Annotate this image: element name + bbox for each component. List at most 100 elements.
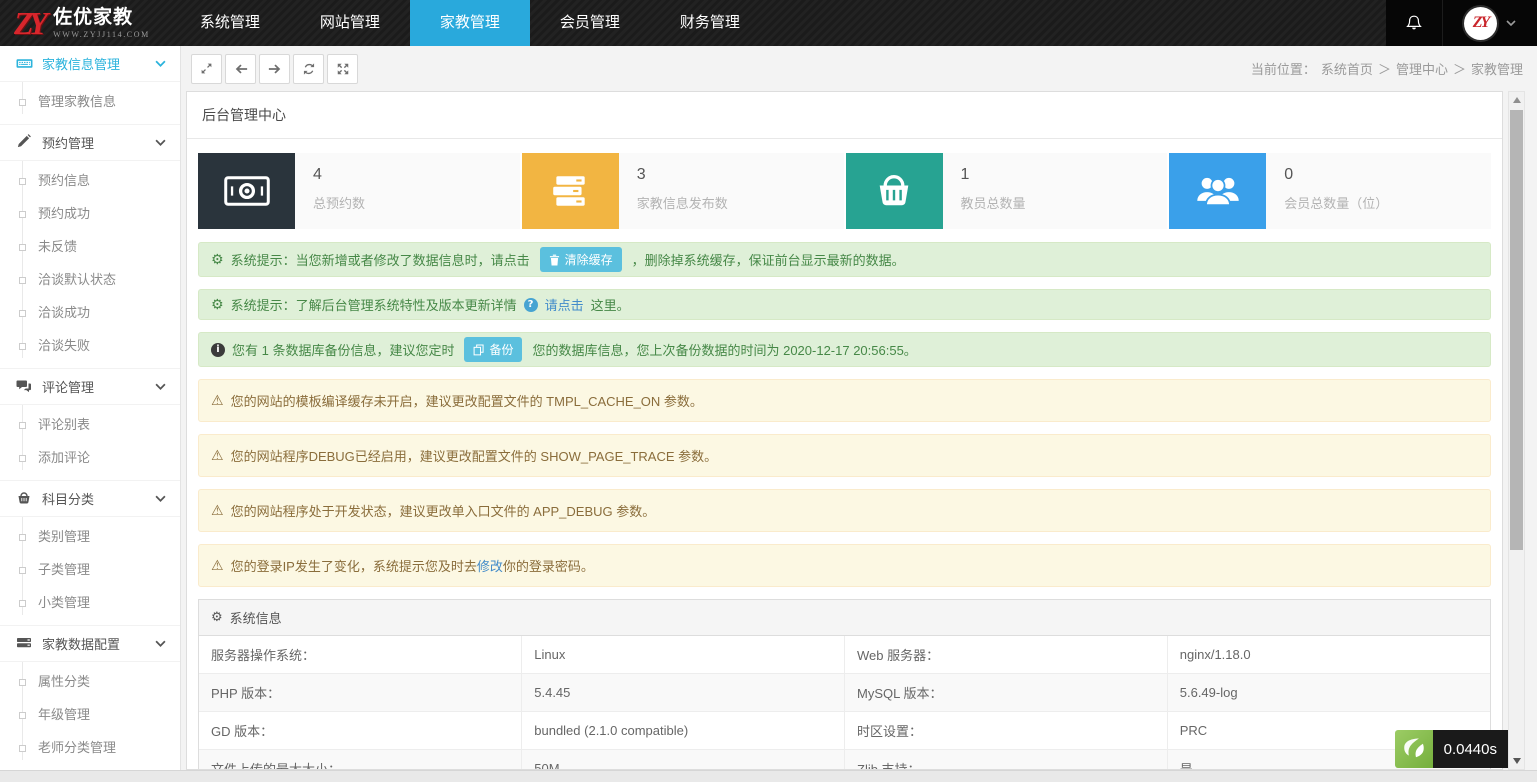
- sidebar-item-manage-tutor-info[interactable]: 管理家教信息: [0, 85, 180, 118]
- alert-text: 系统提示：了解后台管理系统特性及版本更新详情: [231, 295, 517, 314]
- sidebar-group-comments[interactable]: 评论管理: [0, 369, 180, 405]
- thinkphp-trace-badge[interactable]: 0.0440s: [1395, 730, 1508, 768]
- version-details-link[interactable]: 请点击: [545, 295, 584, 314]
- breadcrumb: 当前位置： 系统首页 ＞ 管理中心 ＞ 家教管理: [1251, 59, 1523, 78]
- tab-finance[interactable]: 财务管理: [650, 0, 770, 46]
- fullscreen-icon: [336, 62, 350, 76]
- alert-version-info: ⚙ 系统提示：了解后台管理系统特性及版本更新详情 ? 请点击 这里。: [198, 289, 1491, 320]
- tab-members[interactable]: 会员管理: [530, 0, 650, 46]
- sidebar-item-teacher-category[interactable]: 老师分类管理: [0, 731, 180, 764]
- breadcrumb-home[interactable]: 系统首页: [1321, 59, 1373, 78]
- sidebar-item-subcategory-manage[interactable]: 子类管理: [0, 553, 180, 586]
- sidebar-item-grade-manage[interactable]: 年级管理: [0, 698, 180, 731]
- stat-value: 4: [313, 166, 502, 184]
- alert-debug-enabled: ⚠ 您的网站程序DEBUG已经启用，建议更改配置文件的 SHOW_PAGE_TR…: [198, 434, 1491, 477]
- sidebar-group-data-config[interactable]: 家教数据配置: [0, 626, 180, 662]
- alert-text: 您的登录IP发生了变化，系统提示您及时去: [231, 556, 477, 575]
- sidebar-group-label: 预约管理: [42, 133, 94, 152]
- gear-icon: ⚙: [211, 252, 224, 268]
- clear-cache-button[interactable]: 清除缓存: [540, 247, 622, 272]
- forward-button[interactable]: [259, 54, 290, 84]
- table-row: PHP 版本： 5.4.45 MySQL 版本： 5.6.49-log: [199, 674, 1490, 712]
- alert-text: 您有 1 条数据库备份信息，建议您定时: [232, 340, 454, 359]
- alert-backup: i 您有 1 条数据库备份信息，建议您定时 备份 您的数据库信息，您上次备份数据…: [198, 332, 1491, 367]
- sidebar-group-subjects[interactable]: 科目分类: [0, 481, 180, 517]
- sidebar-group-booking[interactable]: 预约管理: [0, 125, 180, 161]
- alert-clear-cache: ⚙ 系统提示：当您新增或者修改了数据信息时，请点击 清除缓存 ，删除掉系统缓存，…: [198, 242, 1491, 277]
- chevron-down-icon: [155, 383, 166, 390]
- info-label: MySQL 版本：: [845, 674, 1168, 712]
- chevron-down-icon: [155, 139, 166, 146]
- scroll-up-button[interactable]: [1509, 92, 1524, 108]
- triangle-down-icon: [1513, 758, 1521, 764]
- sidebar-item-booking-info[interactable]: 预约信息: [0, 164, 180, 197]
- info-label: GD 版本：: [199, 712, 522, 750]
- sidebar-group-tutor-info[interactable]: 家教信息管理: [0, 46, 180, 82]
- info-label: 服务器操作系统：: [199, 636, 522, 674]
- user-menu[interactable]: ZY: [1443, 0, 1537, 46]
- breadcrumb-admin-center[interactable]: 管理中心: [1396, 59, 1448, 78]
- users-icon: [1169, 153, 1266, 229]
- breadcrumb-current[interactable]: 家教管理: [1471, 59, 1523, 78]
- scroll-down-button[interactable]: [1509, 753, 1524, 769]
- scrollbar-thumb[interactable]: [1510, 110, 1523, 550]
- info-value: 5.6.49-log: [1167, 674, 1490, 712]
- question-circle-icon: ?: [524, 298, 538, 312]
- app-logo[interactable]: ZY 佐优家教 WWW.ZYJJ114.COM: [0, 0, 162, 46]
- copy-icon: [473, 344, 484, 356]
- trash-icon: [549, 254, 560, 266]
- arrow-right-icon: [268, 62, 282, 76]
- stat-card-teachers: 1 教员总数量: [846, 153, 1168, 229]
- sidebar-item-negotiation-failed[interactable]: 洽谈失败: [0, 329, 180, 362]
- sidebar-item-smallcategory-manage[interactable]: 小类管理: [0, 586, 180, 619]
- collapse-sidebar-button[interactable]: [191, 54, 222, 84]
- stat-value: 0: [1284, 166, 1473, 184]
- stat-label: 教员总数量: [961, 193, 1150, 212]
- logo-subtitle: WWW.ZYJJ114.COM: [53, 30, 150, 39]
- tab-system[interactable]: 系统管理: [170, 0, 290, 46]
- fullscreen-button[interactable]: [327, 54, 358, 84]
- sidebar-item-comment-list[interactable]: 评论别表: [0, 408, 180, 441]
- breadcrumb-label: 当前位置：: [1251, 59, 1316, 78]
- table-row: GD 版本： bundled (2.1.0 compatible) 时区设置： …: [199, 712, 1490, 750]
- warning-icon: ⚠: [211, 448, 224, 464]
- info-value: 50M: [522, 750, 845, 771]
- stat-card-bookings: 4 总预约数: [198, 153, 520, 229]
- button-label: 清除缓存: [565, 251, 613, 268]
- sidebar-item-negotiation-success[interactable]: 洽谈成功: [0, 296, 180, 329]
- table-row: 服务器操作系统： Linux Web 服务器： nginx/1.18.0: [199, 636, 1490, 674]
- page-title: 后台管理中心: [187, 92, 1502, 139]
- notifications-button[interactable]: [1386, 0, 1443, 46]
- change-password-link[interactable]: 修改: [477, 556, 503, 575]
- horizontal-scrollbar[interactable]: [0, 770, 1537, 782]
- thinkphp-flame-icon: [1395, 730, 1433, 768]
- alert-login-ip: ⚠ 您的登录IP发生了变化，系统提示您及时去 修改 你的登录密码。: [198, 544, 1491, 587]
- tab-website[interactable]: 网站管理: [290, 0, 410, 46]
- sidebar-item-add-comment[interactable]: 添加评论: [0, 441, 180, 474]
- tab-tutoring[interactable]: 家教管理: [410, 0, 530, 46]
- vertical-scrollbar[interactable]: [1508, 91, 1525, 770]
- alert-text: 您的网站程序处于开发状态，建议更改单入口文件的 APP_DEBUG 参数。: [231, 501, 656, 520]
- sidebar-item-category-manage[interactable]: 类别管理: [0, 520, 180, 553]
- alert-text: 您的网站程序DEBUG已经启用，建议更改配置文件的 SHOW_PAGE_TRAC…: [231, 446, 718, 465]
- sidebar-item-attribute-category[interactable]: 属性分类: [0, 665, 180, 698]
- backup-button[interactable]: 备份: [464, 337, 522, 362]
- refresh-button[interactable]: [293, 54, 324, 84]
- back-button[interactable]: [225, 54, 256, 84]
- warning-icon: ⚠: [211, 393, 224, 409]
- sidebar-item-booking-success[interactable]: 预约成功: [0, 197, 180, 230]
- sidebar-item-negotiation-default[interactable]: 洽谈默认状态: [0, 263, 180, 296]
- alert-tmpl-cache: ⚠ 您的网站的模板编译缓存未开启，建议更改配置文件的 TMPL_CACHE_ON…: [198, 379, 1491, 422]
- info-label: PHP 版本：: [199, 674, 522, 712]
- sidebar-item-no-feedback[interactable]: 未反馈: [0, 230, 180, 263]
- main-area: 当前位置： 系统首页 ＞ 管理中心 ＞ 家教管理 后台管理中心 4 总预约数: [181, 46, 1537, 770]
- system-info-panel: ⚙ 系统信息 服务器操作系统： Linux Web 服务器： nginx/1.1…: [198, 599, 1491, 770]
- stat-body: 4 总预约数: [295, 153, 520, 229]
- breadcrumb-separator: ＞: [1378, 59, 1391, 78]
- sidebar-sublist: 类别管理 子类管理 小类管理: [0, 517, 180, 626]
- bell-icon: [1405, 14, 1423, 32]
- alert-text: 你的登录密码。: [503, 556, 594, 575]
- content-panel: 后台管理中心 4 总预约数 3 家教信息发布数: [186, 91, 1503, 770]
- avatar-mark: ZY: [1473, 14, 1489, 32]
- alert-text: 系统提示：当您新增或者修改了数据信息时，请点击: [231, 250, 530, 269]
